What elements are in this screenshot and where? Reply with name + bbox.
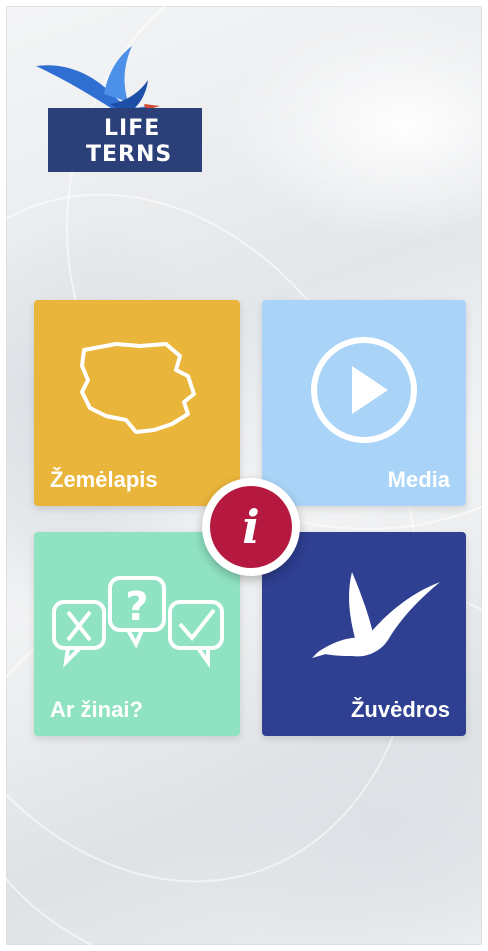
quiz-bubbles-icon: ? [52, 576, 224, 669]
logo-text-terns: TERNS [86, 142, 173, 167]
tern-bird-icon [312, 572, 440, 658]
quiz-tile-label: Ar žinai? [50, 697, 143, 722]
play-icon [311, 337, 417, 443]
app-logo: LIFE TERNS [36, 44, 212, 176]
media-tile-label: Media [387, 467, 450, 492]
svg-text:?: ? [125, 584, 148, 630]
media-tile[interactable]: Media [262, 300, 466, 506]
info-button[interactable]: i [202, 478, 300, 576]
map-tile[interactable]: Žemėlapis [34, 300, 240, 506]
logo-text-life: LIFE [104, 116, 161, 141]
lithuania-map-icon [80, 342, 196, 434]
app-screen: LIFE TERNS Žemėlapis Media ? Ar žinai? Ž… [6, 6, 482, 945]
terns-tile-label: Žuvėdros [350, 697, 450, 722]
quiz-tile[interactable]: ? Ar žinai? [34, 532, 240, 736]
map-tile-label: Žemėlapis [50, 467, 158, 492]
terns-tile[interactable]: Žuvėdros [262, 532, 466, 736]
info-icon: i [210, 486, 292, 568]
